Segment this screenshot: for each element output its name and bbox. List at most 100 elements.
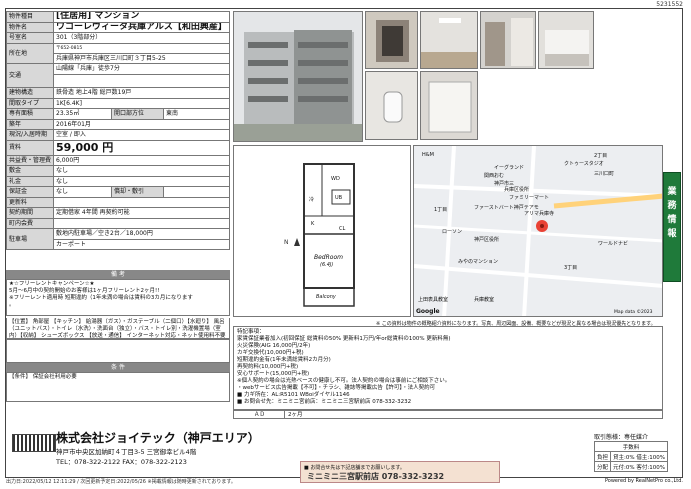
fee-row1-label: 負担 [593,451,612,462]
traffic-value: 山陽線「兵庫」徒歩7分 [53,63,230,75]
renewal-value [53,196,230,208]
hoshokin-label: 保証金 [5,186,55,198]
floor-k: K [311,221,315,227]
structure-value: 鉄骨造 地上4階 総戸数19戸 [53,87,230,99]
agent-line-1: ■ お問合せ先は下記店舗までお願いします。 [304,465,405,471]
floor-room-name: BedRoom [314,254,343,261]
floor-closet: CL [339,226,346,232]
fee-table: 手数料 負担 貸主:0% 借主:100% 分配 元付:0% 客付:100% [593,441,668,472]
layout-label: 間取タイプ [5,97,55,109]
remarks-line-2: 5月～6月中の契約開始のお客様は1ヶ月フリーレント2ヶ月!! [9,288,160,294]
map-label-2: 関西おむ [484,173,505,179]
interior-photo-4 [538,11,594,69]
notes-line-0: 家賃保証業者加入(初回保証 総賃料の50% 更新料1万円/年or総賃料の100%… [237,336,451,342]
fee-header: 手数料 [594,441,668,452]
rent-value: 59,000 円 [53,139,230,156]
special-notes: 特記事項： 家賃保証業者加入(初回保証 総賃料の50% 更新料1万円/年or総賃… [233,326,663,410]
interior-photo-1 [365,11,418,69]
shikibiki-value [163,186,230,198]
floor-plan-drawing: N [284,163,355,307]
name-value: ワコーレヴィータ兵庫アルス【和田興産】 [53,21,230,33]
map-label-20: 1丁目 [434,207,448,213]
notes-line-1: 火災保険(AIG 16,000円/2年) [237,343,311,349]
rent-label: 賃料 [5,139,55,156]
area-value: 23.35㎡ [53,108,113,120]
notes-line-9: ■ お問合せ先：ミニミニ宮前店：ミニミニ三宮駅前店 078-332-3232 [237,399,412,405]
building-photo-image [234,12,362,141]
shikikin-label: 敷金 [5,165,55,177]
map-label-19: 3丁目 [564,265,578,271]
notes-line-2: カギ交換代(10,000円+税) [237,350,304,356]
interior-photo-3 [480,11,536,69]
insurance-label: 町内会費 [5,217,55,229]
features-box-cont [6,339,230,363]
svg-text:N: N [284,239,289,246]
floor-balcony: Balcony [316,294,336,300]
room-value: 301（3階部分） [53,32,230,44]
remarks-line-1: ★☆フリーレントキャンペーン☆★ [9,281,95,287]
floor-wd: WD [331,176,340,182]
ad-row: ＡＤ 2ヶ月 [233,410,663,419]
address-label: 所在地 [5,42,55,64]
fee-row2-label: 分配 [593,461,612,472]
conditions-header: 条 件 [6,363,230,372]
type-label: 物件種目 [5,11,55,23]
status-value: 空室 / 即入 [53,129,230,141]
map-label-14: Google [416,308,440,315]
location-map: H&M イーグランド 関西おむ 神戸市三 兵庫区役所 ファミリーマート ファース… [413,145,663,317]
reikin-value: なし [53,175,230,187]
footer-output-date: 出力日:2022/05/12 12:11:29 / 次回更新予定日:2022/0… [6,479,236,485]
features-box: 【位置】 角部屋 【キッチン】 給湯器（ガス）・ガステーブル（二個口）【水廻り】… [6,318,230,339]
ad-label: ＡＤ [254,412,266,418]
renewal-label: 更新料 [5,196,55,208]
remarks-box: ★☆フリーレントキャンペーン☆★ 5月～6月中の契約開始のお客様は1ヶ月フリーレ… [6,279,230,316]
reikin-label: 礼金 [5,175,55,187]
map-label-13: ワールドナビ [598,241,629,247]
parking-label: 駐車場 [5,228,55,250]
notes-line-7: ・webサービス広告掲載【不可】・チラシ、雑誌等掲載広告【許可】・法人契約可 [237,385,436,391]
structure-label: 建物構造 [5,87,55,99]
floor-ref: 冷 [309,197,315,203]
postal-code: 〒652-0815 [53,42,230,54]
map-label-7: アリマ兵庫寺 [524,211,555,217]
parking-value: 敷地内駐車場／空き2台／18,000円 [53,228,230,240]
conditions-box: 【条件】 保証会社利用必要 [6,372,230,402]
shikibiki-label: 償却・敷引 [111,186,165,198]
direction-label: 開口部方位 [111,108,165,120]
area-label: 専有面積 [5,108,55,120]
notes-line-6: ※個人契約の場合は光熱ベースの健康し不可。法人契約の場合は事前にご相談下さい。 [237,378,451,384]
direction-value: 東南 [163,108,230,120]
business-info-tab: 業 務 情 報 [663,172,681,282]
map-label-5: ファミリーマート [509,195,550,201]
document-id: 5231552 [656,1,683,8]
interior-photo-3-image [481,12,535,68]
insurance-value [53,217,230,229]
property-spec-table: 物件種目 [住居用] マンション 物件名 ワコーレヴィータ兵庫アルス【和田興産】… [5,11,230,250]
shikikin-value: なし [53,165,230,177]
remarks-line-4: 。 [9,302,15,308]
footer-powered-by: Powered by RealNetPro co.,Ltd. [604,478,683,484]
built-value: 2016年01月 [53,118,230,130]
notes-line-4: 再契約料(10,000円+税) [237,364,299,370]
company-name: 株式会社ジョイテック（神戸エリア） [56,431,260,445]
remarks-header: 備 考 [6,270,230,279]
map-label-9: 神戸区役所 [474,237,500,243]
floor-ub: UB [335,195,343,201]
fee-row2-value: 元付:0% 客付:100% [610,461,668,472]
map-label-18: 2丁目 [594,153,608,159]
map-label-12: 兵庫教室 [474,297,495,303]
company-logo [12,434,56,452]
map-label-0: H&M [422,152,434,158]
fee-label: 共益費・管理費 [5,154,55,166]
floor-room-size: (6.4J) [320,262,334,268]
map-label-11: 上田表具教室 [418,297,449,303]
status-label: 現況/入居時期 [5,129,55,141]
map-label-17: 三川口町 [594,171,615,177]
map-label-1: イーグランド [494,165,525,171]
map-label-16: クトゥースタジオ [564,161,604,167]
interior-photo-2-image [421,12,477,68]
interior-photo-1-image [366,12,417,68]
address-value: 兵庫県神戸市兵庫区三川口町３丁目5-25 [53,52,230,64]
map-label-15: Map data ©2023 [614,310,653,315]
layout-value: 1K[6.4K] [53,97,230,109]
